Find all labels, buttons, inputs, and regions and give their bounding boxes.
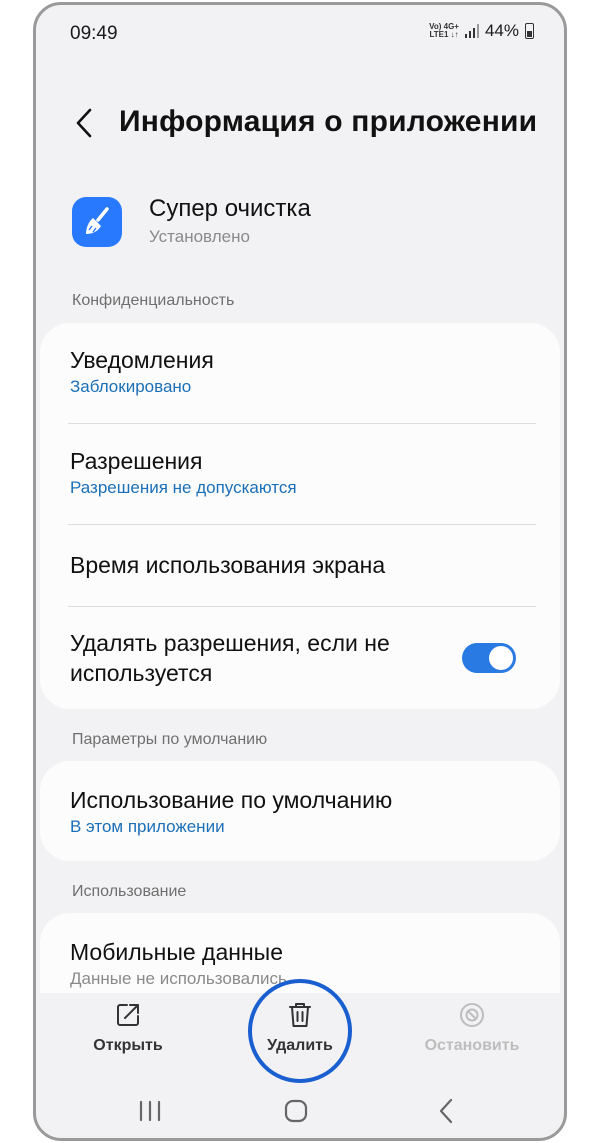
permissions-item[interactable]: Разрешения Разрешения не допускаются [70,446,540,498]
back-icon [439,1098,453,1124]
app-name: Супер очистка [149,195,311,222]
screen-time-title: Время использования экрана [70,552,386,578]
section-label-defaults: Параметры по умолчанию [72,731,268,748]
divider [68,606,536,607]
network-indicator: Vo) 4G+ LTE1 ↓↑ [429,22,459,39]
default-use-item[interactable]: Использование по умолчанию В этом прилож… [70,785,540,837]
remove-permissions-toggle[interactable] [462,643,516,673]
section-label-privacy: Конфиденциальность [72,292,235,309]
open-external-icon [117,1004,139,1026]
nav-back-button[interactable] [416,1091,476,1131]
privacy-card: Уведомления Заблокировано Разрешения Раз… [40,323,560,709]
remove-permissions-title-line1: Удалять разрешения, если не [70,630,390,656]
navigation-bar [36,1083,564,1138]
status-bar: 09:49 Vo) 4G+ LTE1 ↓↑ 44% [36,5,564,65]
open-label: Открыть [93,1037,163,1054]
notifications-value: Заблокировано [70,377,192,396]
app-summary: Супер очистка Установлено [72,193,532,257]
remove-permissions-title-line2: используется [70,660,213,686]
section-label-usage: Использование [72,883,187,900]
default-use-title: Использование по умолчанию [70,787,393,813]
broom-icon [72,197,122,247]
signal-icon [464,24,479,38]
notifications-title: Уведомления [70,347,214,373]
home-button[interactable] [266,1091,326,1131]
battery-icon [525,23,534,39]
remove-permissions-item[interactable]: Удалять разрешения, если не используется [70,628,450,688]
toggle-knob [489,646,513,670]
status-icons: Vo) 4G+ LTE1 ↓↑ 44% [429,21,534,41]
divider [68,524,536,525]
defaults-card: Использование по умолчанию В этом прилож… [40,761,560,861]
home-icon [284,1099,308,1123]
page-title: Информация о приложении [119,105,538,138]
default-use-value: В этом приложении [70,817,225,836]
chevron-left-icon [76,108,92,138]
recent-apps-button[interactable] [120,1091,180,1131]
screen-time-item[interactable]: Время использования экрана [70,550,540,580]
stop-label: Остановить [424,1037,520,1054]
divider [68,423,536,424]
permissions-title: Разрешения [70,448,203,474]
app-install-status: Установлено [149,227,250,246]
notifications-item[interactable]: Уведомления Заблокировано [70,345,540,397]
battery-level: 44% [484,21,519,40]
permissions-value: Разрешения не допускаются [70,478,297,497]
back-button[interactable] [66,103,102,143]
stop-button[interactable]: Остановить [402,993,542,1073]
highlight-circle [248,979,352,1083]
app-bar: Информация о приложении [36,97,564,153]
stop-icon [460,1003,484,1027]
status-time: 09:49 [70,23,118,44]
open-button[interactable]: Открыть [58,993,198,1073]
phone-frame: 09:49 Vo) 4G+ LTE1 ↓↑ 44% Информация о п… [33,2,567,1141]
mobile-data-title: Мобильные данные [70,939,283,965]
recent-apps-icon [139,1100,161,1122]
